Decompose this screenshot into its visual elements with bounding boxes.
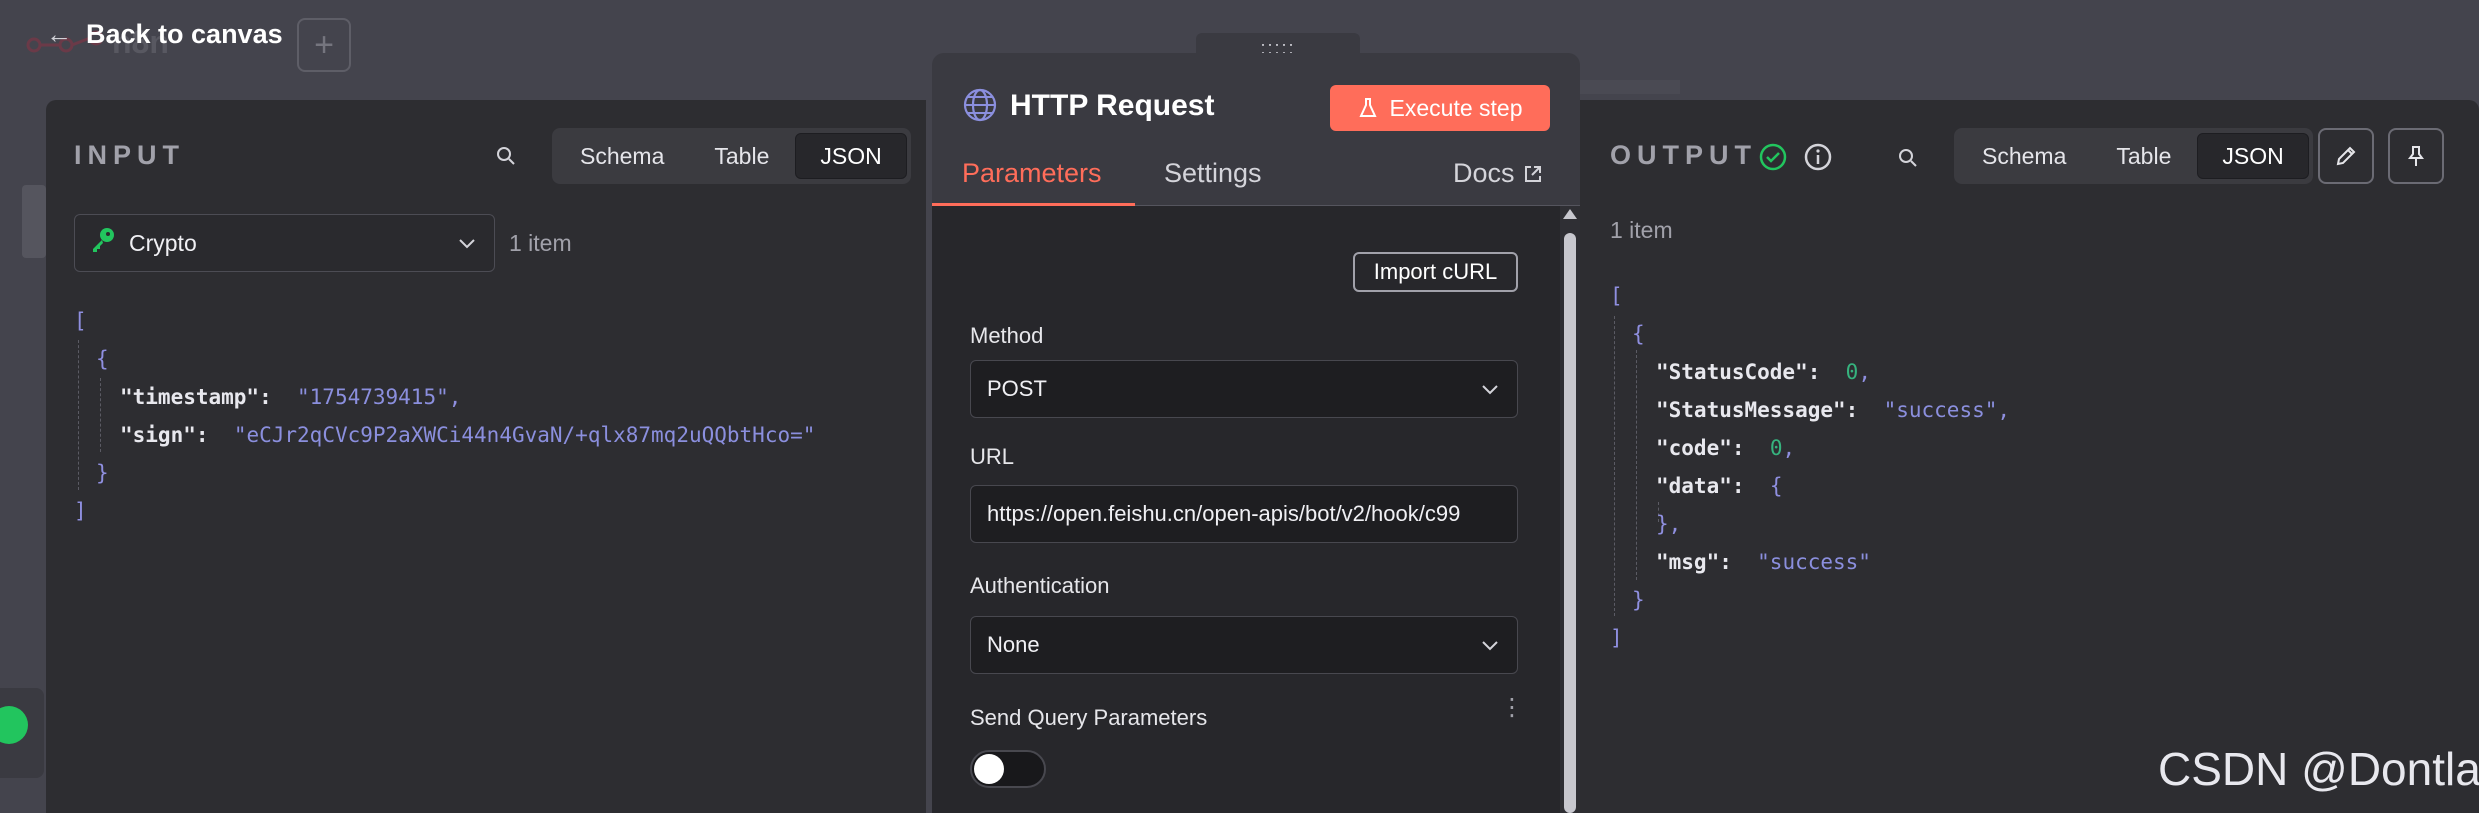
key-icon [89,226,117,260]
method-value: POST [987,376,1047,401]
json-row: "StatusCode": 0, [1656,360,1871,384]
input-tab-json[interactable]: JSON [795,133,907,179]
input-view-tabs: Schema Table JSON [552,128,911,184]
execute-step-label: Execute step [1389,94,1523,121]
flask-icon [1358,98,1377,117]
back-to-canvas-label: Back to canvas [86,18,283,49]
check-circle-icon [1758,142,1788,177]
authentication-select[interactable]: None [970,616,1518,674]
pin-icon [2408,146,2424,166]
toggle-knob [974,754,1004,784]
chevron-down-icon [1482,641,1498,651]
method-select[interactable]: POST [970,360,1518,418]
arrow-left-icon: ← [46,18,72,49]
more-options-icon[interactable]: ⋮ [1500,696,1524,720]
chevron-down-icon [1482,385,1498,395]
add-node-button[interactable]: + [297,18,351,72]
pin-output-button[interactable] [2388,128,2444,184]
node-title: HTTP Request [1010,89,1215,122]
input-title: INPUT [74,140,185,170]
docs-link[interactable]: Docs [1453,158,1543,189]
input-node-select[interactable]: Crypto [74,214,495,272]
output-json-view: [ { "StatusCode": 0, "StatusMessage": "s… [1610,284,2011,650]
output-title: OUTPUT [1610,140,1757,170]
globe-icon [962,87,998,128]
output-tab-table[interactable]: Table [2092,133,2195,179]
json-row: "StatusMessage": "success", [1656,398,2011,422]
url-label: URL [970,444,1015,469]
back-to-canvas-button[interactable]: ← Back to canvas [46,14,283,54]
output-view-tabs: Schema Table JSON [1954,128,2313,184]
external-link-icon [1524,165,1541,182]
info-icon[interactable] [1803,142,1833,177]
execute-step-button[interactable]: Execute step [1330,85,1550,131]
output-tab-schema[interactable]: Schema [1958,133,2090,179]
canvas-side-strip [22,185,46,258]
output-item-count: 1 item [1610,217,1673,243]
input-node-select-value: Crypto [129,229,197,256]
node-settings-panel: HTTP Request Execute step Parameters Set… [932,53,1580,813]
output-tab-json[interactable]: JSON [2197,133,2309,179]
scroll-up-arrow-icon[interactable] [1563,209,1577,219]
chevron-down-icon [459,239,475,249]
json-row: "data": { [1656,474,1783,498]
authentication-value: None [987,632,1040,657]
search-icon[interactable] [1896,146,1920,175]
send-query-toggle[interactable] [970,750,1046,788]
send-query-label: Send Query Parameters [970,705,1208,730]
import-curl-button[interactable]: Import cURL [1353,252,1518,292]
pencil-icon [2336,146,2356,166]
search-icon[interactable] [494,144,518,173]
scrollbar-thumb[interactable] [1564,233,1576,813]
json-row: "code": 0, [1656,436,1796,460]
input-tab-schema[interactable]: Schema [556,133,688,179]
authentication-label: Authentication [970,573,1110,598]
watermark-text: CSDN @Dontla [2158,743,2479,795]
json-row: "sign": "eCJr2qCVc9P2aXWCi44n4GvaN/+qlx8… [120,423,816,447]
json-row: "msg": "success" [1656,550,1871,574]
input-item-count: 1 item [509,230,572,256]
tab-parameters[interactable]: Parameters [962,158,1102,189]
input-json-view: [ { "timestamp": "1754739415", "sign": "… [74,309,816,523]
input-tab-table[interactable]: Table [690,133,793,179]
url-input[interactable]: https://open.feishu.cn/open-apis/bot/v2/… [970,485,1518,543]
method-label: Method [970,323,1044,348]
edit-output-button[interactable] [2318,128,2374,184]
tab-settings[interactable]: Settings [1164,158,1262,189]
json-row: "timestamp": "1754739415", [120,385,462,409]
